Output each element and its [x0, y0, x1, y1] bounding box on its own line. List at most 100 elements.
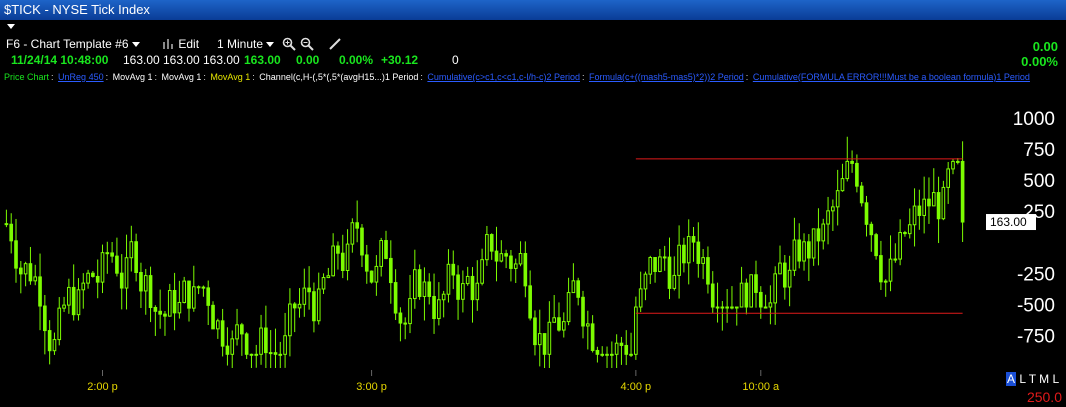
scale-mode-a[interactable]: A [1006, 372, 1017, 386]
candle [316, 272, 321, 325]
candle [95, 259, 100, 299]
study-movavg-1[interactable]: MovAvg 1 [113, 72, 153, 82]
pen-icon [329, 38, 341, 50]
candle [600, 346, 605, 357]
candle [782, 254, 787, 300]
candle [413, 249, 417, 309]
candle [297, 288, 302, 318]
price-chart[interactable]: 1000750500250-250-500-750 2:00 p 3:00 p 4:… [0, 88, 1066, 407]
candle [907, 208, 912, 239]
candle [288, 288, 292, 357]
candle [643, 271, 648, 301]
candle [432, 273, 436, 334]
scale-mode-buttons[interactable]: A L T M L [1006, 372, 1059, 386]
x-tick-label: 10:00 a [742, 381, 780, 393]
candle [730, 286, 734, 310]
y-tick-label: -750 [1017, 327, 1055, 348]
candle [350, 218, 355, 253]
candle [244, 332, 249, 359]
candle [533, 310, 537, 356]
candle [71, 264, 76, 321]
x-tick-label: 3:00 p [356, 381, 387, 393]
quote-pct: 0.00% [339, 53, 374, 67]
x-axis: 2:00 p 3:00 p 4:00 p 10:00 a [87, 370, 780, 393]
candle [240, 322, 244, 356]
candle [571, 263, 576, 294]
dropdown-triangle-icon[interactable] [7, 24, 15, 29]
candle [768, 285, 773, 325]
candle [960, 141, 965, 242]
candle [715, 282, 720, 323]
template-dropdown[interactable]: F6 - Chart Template #6 [6, 37, 140, 51]
candle [581, 290, 585, 339]
candle [912, 188, 917, 247]
candle [811, 228, 816, 266]
candle [927, 177, 931, 224]
study-movavg-2[interactable]: MovAvg 1 [162, 72, 202, 82]
candle [139, 262, 143, 309]
candle [191, 265, 196, 312]
quote-change: 0.00 [296, 53, 320, 67]
candle [686, 219, 691, 285]
edit-button[interactable]: Edit [162, 37, 199, 51]
x-tick-label: 4:00 p [621, 381, 652, 393]
candle [465, 266, 470, 286]
candle [528, 270, 532, 321]
y-tick-label: 500 [1023, 171, 1055, 192]
study-cumulative-2[interactable]: Cumulative(FORMULA ERROR!!!Must be a boo… [753, 72, 1030, 82]
candle [91, 270, 95, 278]
candle [177, 280, 182, 319]
candle [427, 273, 432, 305]
interval-dropdown[interactable]: 1 Minute [217, 37, 275, 51]
candle [422, 267, 427, 321]
candle [307, 266, 311, 310]
candle [850, 150, 854, 173]
candle [758, 286, 763, 319]
candle [744, 278, 749, 315]
candle [172, 272, 177, 331]
candle [379, 237, 384, 277]
candle [76, 278, 81, 321]
study-formula[interactable]: Formula(c+((mash5-mas5)*2))2 Period [589, 72, 744, 82]
study-unreg[interactable]: UnReg 450 [58, 72, 104, 82]
candle [922, 176, 926, 234]
study-movavg-3[interactable]: MovAvg 1 [210, 72, 250, 82]
candle [835, 169, 840, 226]
candle [855, 154, 859, 193]
candle [254, 344, 259, 368]
candle [456, 265, 460, 320]
candle [561, 312, 566, 338]
candle [585, 310, 590, 350]
candle [763, 294, 768, 309]
candle [86, 269, 90, 289]
candle [129, 225, 134, 272]
candle [619, 336, 624, 365]
study-price-chart[interactable]: Price Chart [4, 72, 49, 82]
candle [634, 296, 638, 360]
candle [403, 317, 408, 340]
zoom-in-button[interactable] [282, 37, 296, 54]
candle [480, 248, 484, 286]
candle [859, 182, 864, 207]
candle [461, 270, 465, 313]
study-cumulative-1[interactable]: Cumulative(c>c1,c<c1,c-l/h-c)2 Period [427, 72, 580, 82]
candle [710, 271, 715, 313]
candle [701, 249, 705, 280]
study-channel[interactable]: Channel(c,H-(,5*(,5*(avgH15...)1 Period [259, 72, 418, 82]
zoom-in-icon [282, 37, 296, 51]
candle [951, 159, 955, 175]
scale-mode-ltml[interactable]: L T M L [1019, 372, 1059, 386]
last-price-tag: 163.00 [986, 214, 1036, 231]
candle [831, 199, 835, 232]
candle [883, 279, 888, 297]
candle [869, 221, 874, 252]
candle [917, 189, 922, 230]
candle [874, 232, 878, 260]
candle [682, 237, 686, 273]
draw-tool-button[interactable] [328, 37, 342, 54]
candle [23, 261, 28, 287]
candle [739, 266, 744, 308]
zoom-out-button[interactable] [300, 37, 314, 54]
candle [4, 209, 9, 228]
candle [143, 268, 148, 315]
